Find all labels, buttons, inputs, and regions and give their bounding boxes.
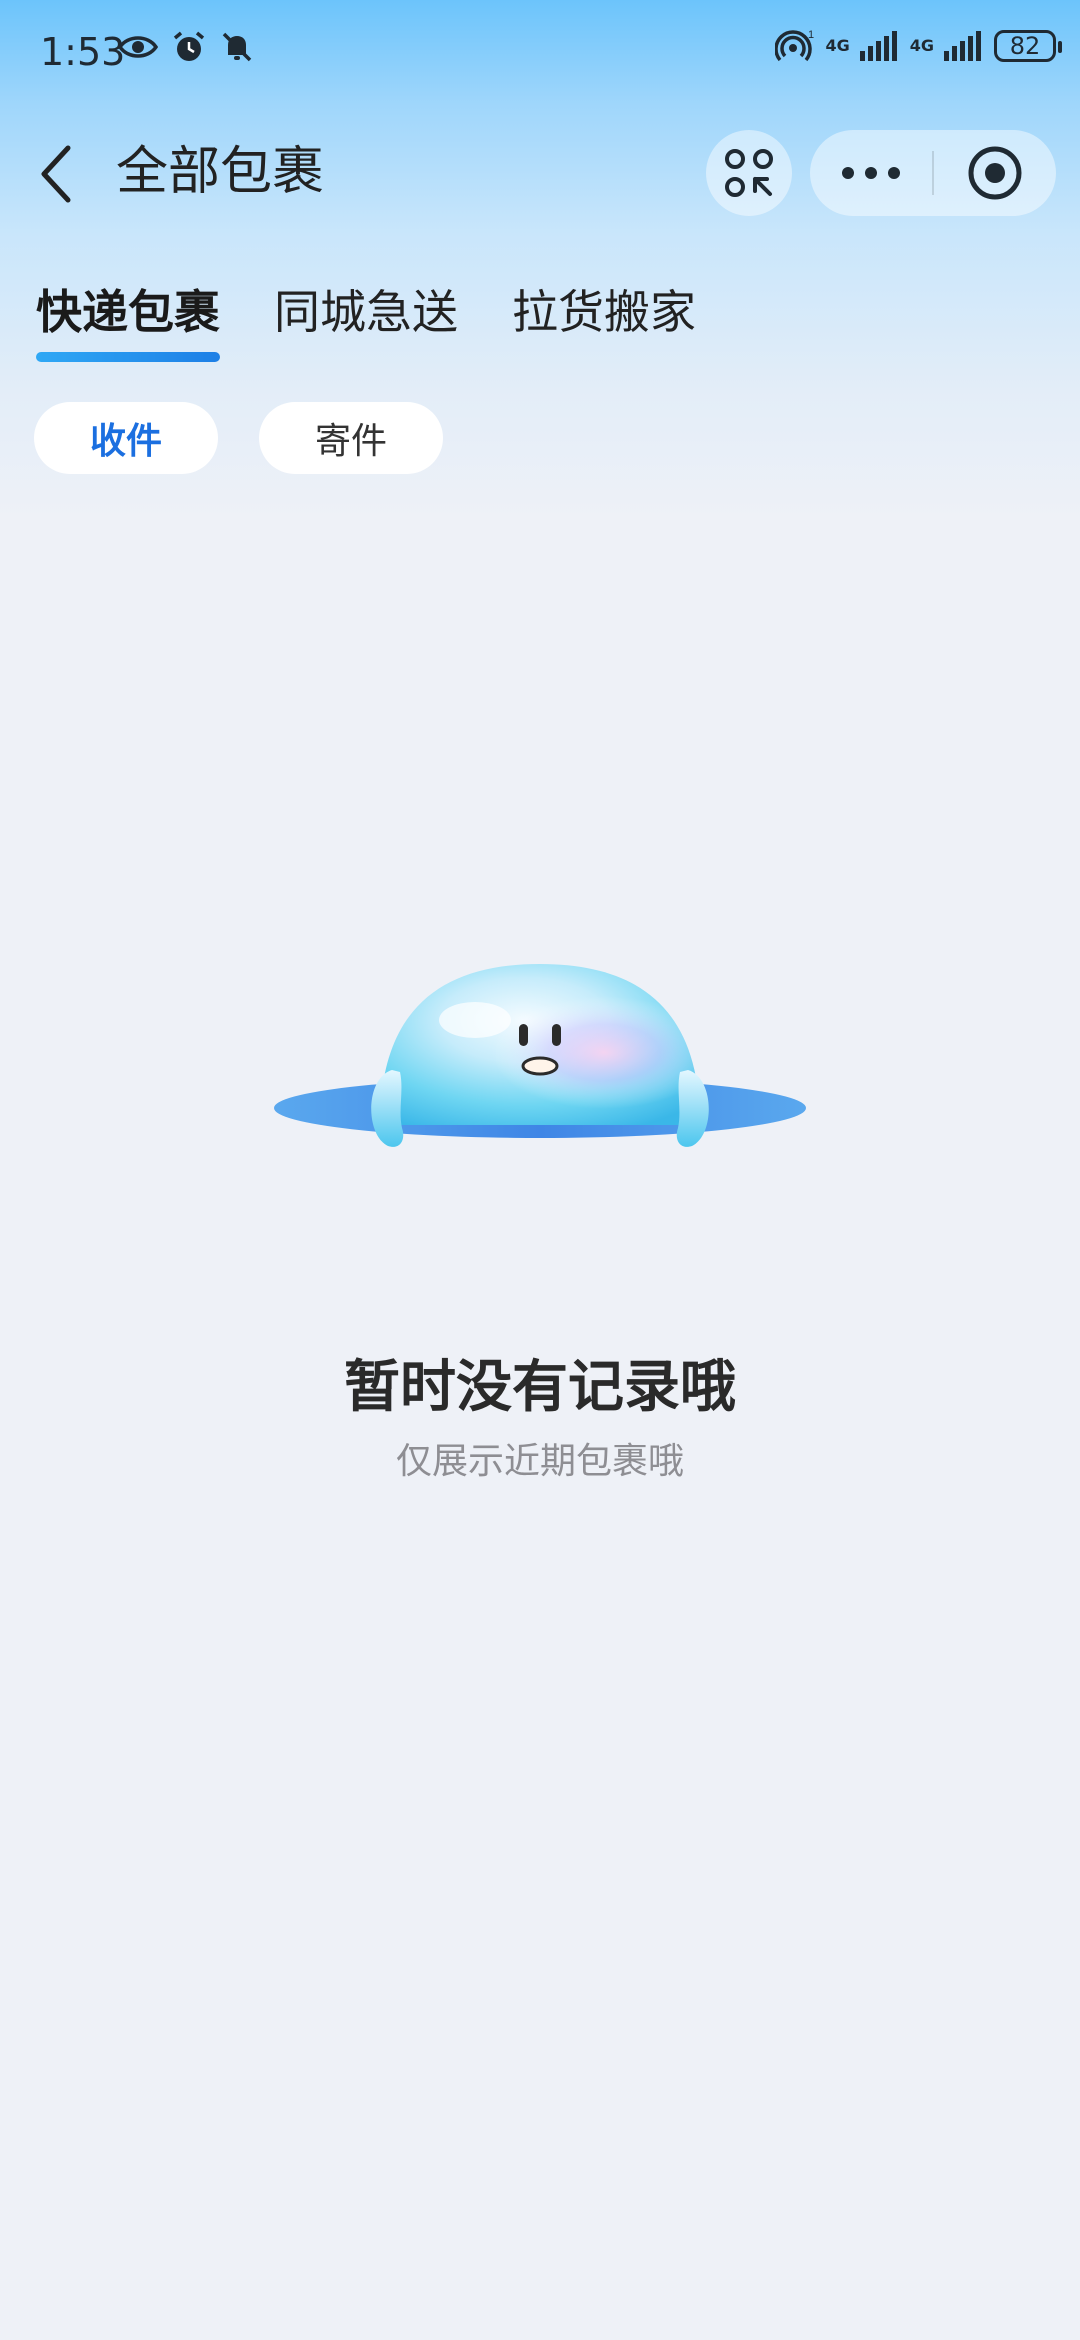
- scan-icon: [725, 149, 773, 197]
- tab-label: 拉货搬家: [512, 285, 696, 339]
- segment-send[interactable]: 寄件: [259, 402, 443, 474]
- tab-active-indicator: [36, 352, 220, 362]
- scan-button[interactable]: [706, 130, 792, 216]
- status-icons-right: 1 4G 4G 82: [775, 28, 1062, 64]
- page-title: 全部包裹: [116, 142, 325, 202]
- bell-off-icon: [222, 32, 252, 62]
- target-icon: [968, 146, 1022, 200]
- tab-express-package[interactable]: 快递包裹: [36, 276, 220, 362]
- svg-text:1: 1: [808, 29, 814, 41]
- tab-same-city-delivery[interactable]: 同城急送: [274, 276, 458, 348]
- tab-label: 快递包裹: [36, 285, 220, 339]
- eye-icon: [118, 36, 158, 58]
- mini-program-capsule: [810, 130, 1056, 216]
- close-miniprogram-button[interactable]: [934, 130, 1056, 216]
- network-label-1: 4G: [825, 36, 850, 55]
- status-icons-left: [118, 30, 254, 64]
- segment-receive[interactable]: 收件: [34, 402, 218, 474]
- more-icon: [842, 167, 900, 179]
- empty-state-title: 暂时没有记录哦: [344, 1355, 736, 1420]
- battery-level: 82: [1009, 32, 1041, 60]
- bubble-mascot-illustration: [274, 964, 806, 1147]
- more-button[interactable]: [810, 130, 932, 216]
- tab-label: 同城急送: [274, 285, 458, 339]
- hotspot-icon: 1: [775, 29, 815, 62]
- tab-freight-moving[interactable]: 拉货搬家: [512, 276, 696, 348]
- battery-icon: 82: [994, 30, 1062, 62]
- signal-icon-2: [944, 31, 981, 61]
- status-time: 1:53: [40, 30, 126, 74]
- signal-icon: [859, 31, 897, 61]
- empty-state-subtitle: 仅展示近期包裹哦: [395, 1441, 684, 1482]
- network-label-2: 4G: [909, 36, 934, 55]
- tab-bar: 快递包裹 同城急送 拉货搬家: [36, 276, 696, 362]
- alarm-icon: [173, 31, 205, 61]
- back-icon[interactable]: [36, 142, 76, 206]
